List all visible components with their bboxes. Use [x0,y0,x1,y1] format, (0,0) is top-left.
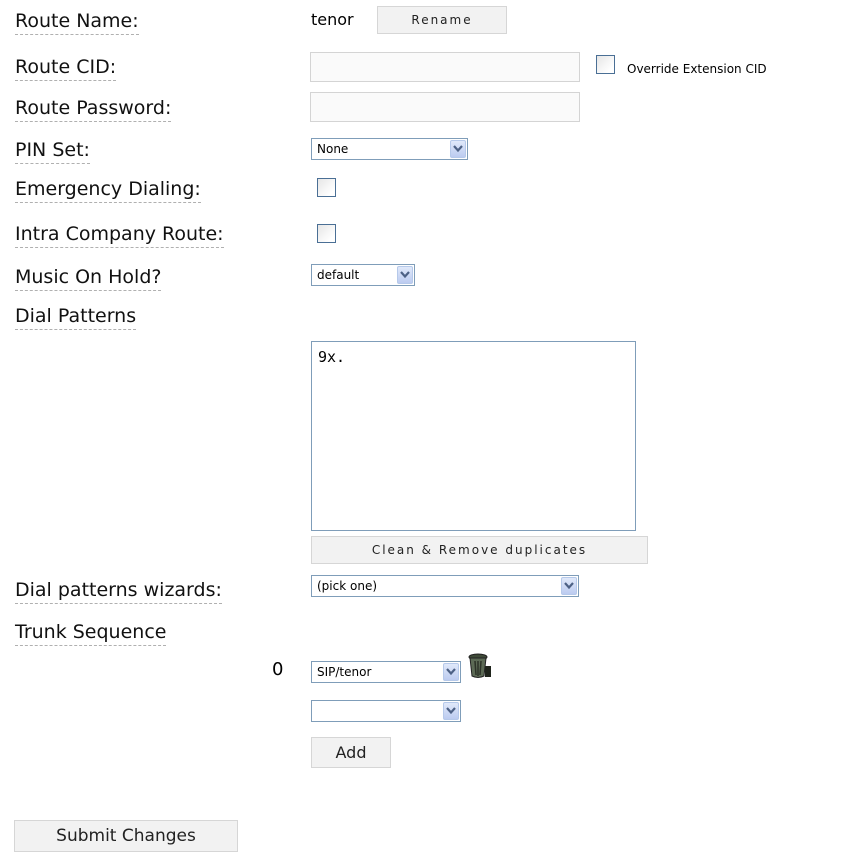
route-name-value: tenor [311,10,354,29]
music-on-hold-label: Music On Hold? [15,265,162,291]
override-extension-cid-checkbox[interactable] [596,55,615,74]
trunk-sequence-label: Trunk Sequence [15,620,167,646]
chevron-down-icon [443,702,459,720]
intra-company-route-label: Intra Company Route: [15,222,224,248]
pin-set-selected: None [317,142,349,156]
route-password-label: Route Password: [15,96,172,122]
trunk-new-select[interactable] [311,700,461,722]
trunk-select-selected: SIP/tenor [317,665,372,679]
chevron-down-icon [443,663,459,681]
route-name-label: Route Name: [15,9,139,35]
emergency-dialing-label: Emergency Dialing: [15,177,201,203]
dial-patterns-textarea[interactable]: 9x. [311,341,636,531]
rename-button[interactable]: Rename [377,6,507,34]
trunk-sequence-index: 0 [272,659,284,680]
trunk-select[interactable]: SIP/tenor [311,661,461,683]
dial-patterns-wizards-select[interactable]: (pick one) [311,575,579,597]
route-cid-label: Route CID: [15,55,117,81]
pin-set-label: PIN Set: [15,138,90,164]
chevron-down-icon [561,577,577,595]
emergency-dialing-checkbox[interactable] [317,178,336,197]
music-on-hold-selected: default [317,268,360,282]
dial-patterns-wizards-label: Dial patterns wizards: [15,578,222,604]
dial-patterns-wizards-selected: (pick one) [317,579,378,593]
trash-can-icon[interactable] [466,652,494,684]
chevron-down-icon [397,266,413,284]
intra-company-route-checkbox[interactable] [317,224,336,243]
pin-set-select[interactable]: None [311,138,468,160]
route-password-input[interactable] [310,92,580,122]
override-extension-cid-label: Override Extension CID [627,62,767,76]
clean-remove-duplicates-button[interactable]: Clean & Remove duplicates [311,536,648,564]
music-on-hold-select[interactable]: default [311,264,415,286]
add-trunk-button[interactable]: Add [311,737,391,768]
submit-changes-button[interactable]: Submit Changes [14,820,238,852]
dial-patterns-label: Dial Patterns [15,304,137,330]
route-cid-input[interactable] [310,52,580,82]
chevron-down-icon [450,140,466,158]
